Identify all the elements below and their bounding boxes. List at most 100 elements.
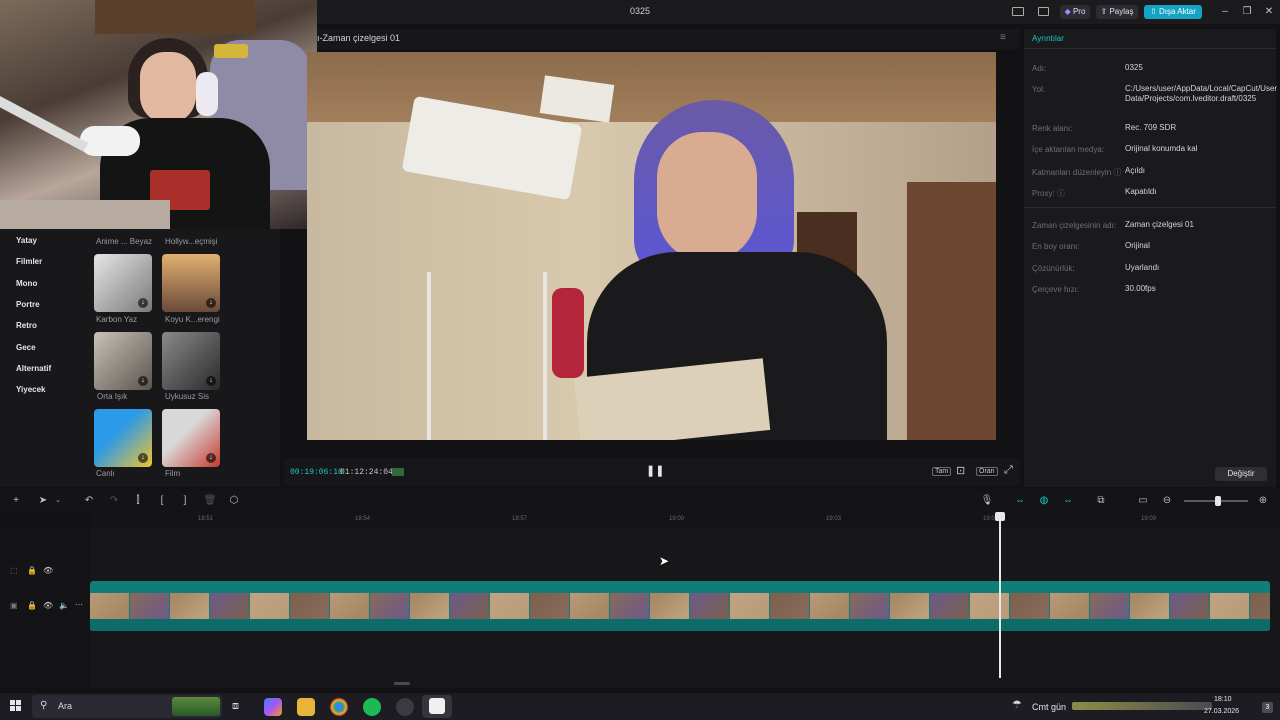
share-icon: ⇪ bbox=[1100, 7, 1108, 16]
add-icon[interactable]: + bbox=[9, 494, 23, 508]
video-clip[interactable] bbox=[90, 581, 1270, 631]
magnet-icon[interactable]: ◍ bbox=[1037, 494, 1051, 508]
category-food[interactable]: Yiyecek bbox=[16, 385, 46, 394]
eye-icon[interactable]: 👁 bbox=[43, 566, 53, 575]
redo-icon[interactable]: ↷ bbox=[107, 494, 121, 508]
more-icon[interactable]: ⋯ bbox=[75, 600, 83, 609]
filter-label: Koyu K...erengi bbox=[165, 315, 220, 324]
chevron-down-icon[interactable]: ⌄ bbox=[51, 494, 65, 508]
clip-frame bbox=[370, 593, 410, 619]
filter-label: Hollyw...eçmişi bbox=[165, 237, 218, 246]
details-heading: Ayrıntılar bbox=[1032, 34, 1064, 43]
clip-frame bbox=[690, 593, 730, 619]
share-button[interactable]: ⇪ Paylaş bbox=[1096, 5, 1138, 19]
detail-key: Proxy: ⓘ bbox=[1032, 189, 1065, 198]
diamond-icon: ◆ bbox=[1064, 7, 1071, 16]
player-controls: 00:19:06:10 01:12:24:04 ❚❚ Tam ⊡ Oran ⤢ bbox=[284, 458, 1020, 486]
caption-icon[interactable]: ▭ bbox=[1136, 494, 1150, 508]
maximize-icon[interactable]: ❐ bbox=[1239, 4, 1255, 20]
detail-key: Çözünürlük: bbox=[1032, 264, 1075, 273]
obs-icon[interactable] bbox=[396, 698, 414, 716]
clip-frame bbox=[330, 593, 370, 619]
ratio-button[interactable]: Oran bbox=[976, 467, 998, 476]
zoom-out-icon[interactable]: ⊖ bbox=[1160, 494, 1174, 508]
file-explorer-icon[interactable] bbox=[297, 698, 315, 716]
shield-icon[interactable]: ⬡ bbox=[227, 494, 241, 508]
panel-icon[interactable] bbox=[1038, 7, 1049, 16]
notification-badge[interactable]: 3 bbox=[1262, 702, 1273, 713]
snap-icon[interactable]: ⇔ bbox=[1061, 494, 1075, 508]
category-horizontal[interactable]: Yatay bbox=[16, 236, 37, 245]
delete-icon[interactable]: 🗑 bbox=[203, 494, 217, 508]
full-button[interactable]: Tam bbox=[932, 467, 952, 476]
capcut-taskbar-item[interactable] bbox=[422, 695, 452, 718]
change-button[interactable]: Değiştir bbox=[1215, 467, 1267, 481]
timeline-ruler[interactable]: 18:51 18:54 18:57 19:00 19:03 19:06 19:0… bbox=[90, 512, 1280, 528]
task-view-icon[interactable]: ⧈ bbox=[232, 700, 239, 713]
trim-left-icon[interactable]: [ bbox=[155, 494, 169, 508]
category-films[interactable]: Filmler bbox=[16, 257, 42, 266]
clip-frame bbox=[530, 593, 570, 619]
category-retro[interactable]: Retro bbox=[16, 321, 37, 330]
mouse-cursor-icon: ➤ bbox=[659, 554, 670, 568]
eye-icon[interactable]: 👁 bbox=[43, 601, 53, 610]
category-mono[interactable]: Mono bbox=[16, 279, 37, 288]
microphone bbox=[80, 126, 140, 156]
filter-thumb-film[interactable]: ↓ bbox=[162, 409, 220, 467]
category-list: Yatay Filmler Mono Portre Retro Gece Alt… bbox=[0, 229, 84, 487]
fullscreen-icon[interactable]: ⤢ bbox=[1004, 464, 1013, 477]
category-portrait[interactable]: Portre bbox=[16, 300, 40, 309]
zoom-slider-handle[interactable] bbox=[1215, 496, 1221, 506]
select-tool-icon[interactable]: ➤ bbox=[36, 494, 50, 508]
download-icon[interactable]: ↓ bbox=[138, 298, 148, 308]
divider bbox=[1024, 207, 1276, 208]
export-button[interactable]: ⇧ Dışa Aktar bbox=[1144, 5, 1202, 19]
clip-frame bbox=[770, 593, 810, 619]
zoom-in-icon[interactable]: ⊕ bbox=[1256, 494, 1270, 508]
spotify-icon[interactable] bbox=[363, 698, 381, 716]
playhead[interactable] bbox=[999, 512, 1001, 678]
lock-icon[interactable]: 🔒 bbox=[27, 601, 37, 610]
preview-axis-icon[interactable]: ⧉ bbox=[1094, 494, 1108, 508]
pro-button[interactable]: ◆ Pro bbox=[1060, 5, 1090, 19]
close-icon[interactable]: ✕ bbox=[1261, 4, 1277, 20]
filter-thumb-karbon[interactable]: ↓ bbox=[94, 254, 152, 312]
clip-frame bbox=[1130, 593, 1170, 619]
copilot-icon[interactable] bbox=[264, 698, 282, 716]
menu-icon[interactable]: ≡ bbox=[1000, 32, 1006, 43]
split-icon[interactable]: ⫿ bbox=[131, 494, 145, 508]
microphone-icon[interactable]: 🎙 bbox=[980, 494, 994, 508]
video-preview[interactable] bbox=[307, 52, 996, 440]
download-icon[interactable]: ↓ bbox=[138, 453, 148, 463]
layout-icon[interactable] bbox=[1012, 7, 1024, 16]
waveform-icon[interactable] bbox=[392, 468, 404, 476]
lock-icon[interactable]: 🔒 bbox=[27, 566, 37, 575]
shelf-decor bbox=[95, 0, 255, 34]
download-icon[interactable]: ↓ bbox=[138, 376, 148, 386]
filter-thumb-koyu[interactable]: ↓ bbox=[162, 254, 220, 312]
filter-thumb-canli[interactable]: ↓ bbox=[94, 409, 152, 467]
player-header: ı-Zaman çizelgesi 01 ≡ bbox=[317, 29, 1020, 49]
link-icon[interactable]: ⇔ bbox=[1013, 494, 1027, 508]
weather-icon[interactable]: ☂ bbox=[1012, 698, 1022, 711]
headphones bbox=[196, 72, 218, 116]
download-icon[interactable]: ↓ bbox=[206, 298, 216, 308]
category-alternative[interactable]: Alternatif bbox=[16, 364, 51, 373]
timeline-scrollbar[interactable] bbox=[394, 682, 410, 685]
taskbar-search[interactable]: ⚲ Ara bbox=[32, 695, 222, 718]
speaker-icon[interactable]: 🔈 bbox=[59, 601, 69, 610]
download-icon[interactable]: ↓ bbox=[206, 376, 216, 386]
filter-thumb-orta[interactable]: ↓ bbox=[94, 332, 152, 390]
download-icon[interactable]: ↓ bbox=[206, 453, 216, 463]
chrome-icon[interactable] bbox=[330, 698, 348, 716]
filter-thumb-uykusuz[interactable]: ↓ bbox=[162, 332, 220, 390]
undo-icon[interactable]: ↶ bbox=[82, 494, 96, 508]
minimize-icon[interactable]: – bbox=[1217, 4, 1233, 20]
windows-start-icon[interactable] bbox=[10, 700, 22, 712]
clip-frame bbox=[1210, 593, 1250, 619]
playhead-handle[interactable] bbox=[995, 512, 1005, 521]
category-night[interactable]: Gece bbox=[16, 343, 36, 352]
zoom-fit-icon[interactable]: ⊡ bbox=[956, 464, 965, 477]
trim-right-icon[interactable]: ] bbox=[178, 494, 192, 508]
pause-icon[interactable]: ❚❚ bbox=[646, 464, 664, 477]
